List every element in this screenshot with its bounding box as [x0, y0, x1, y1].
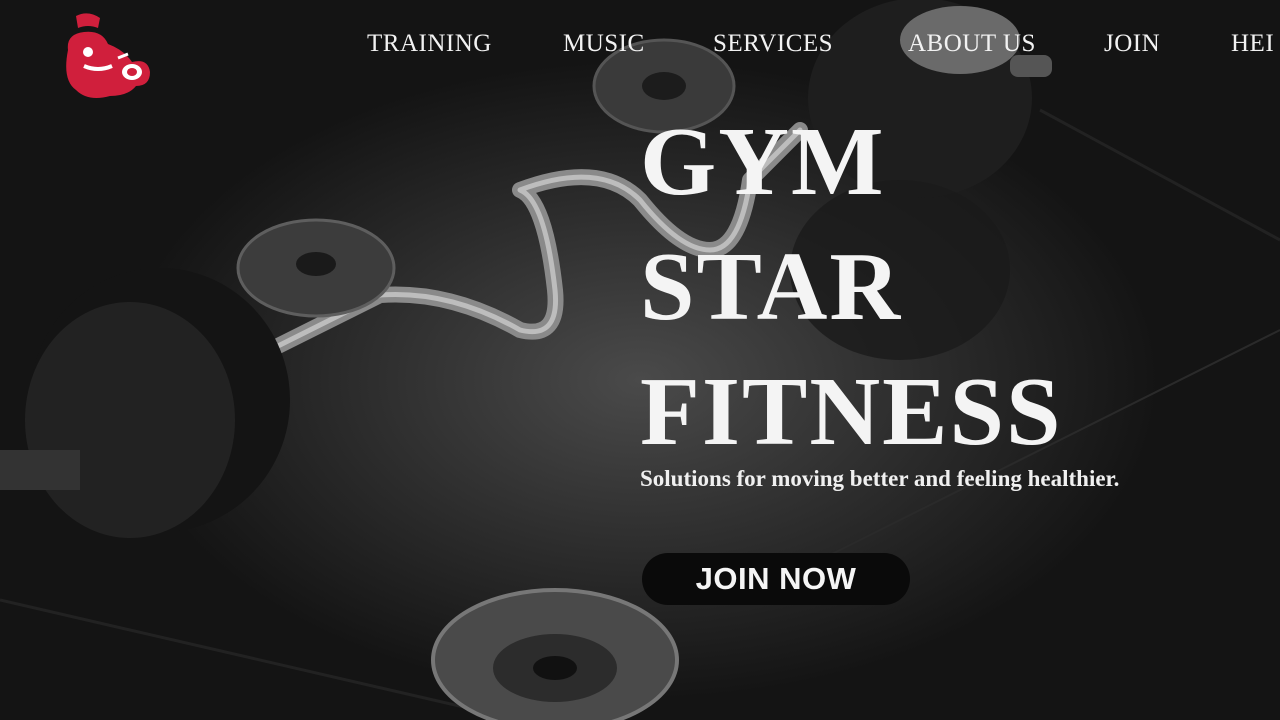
join-now-button[interactable]: JOIN NOW	[642, 553, 910, 605]
nav-item-services[interactable]: SERVICES	[713, 30, 833, 58]
nav-item-music[interactable]: MUSIC	[563, 30, 645, 58]
nav-item-about-us[interactable]: ABOUT US	[908, 30, 1036, 58]
main-nav: TRAINING MUSIC SERVICES ABOUT US JOIN HE…	[0, 30, 1280, 60]
nav-item-training[interactable]: TRAINING	[367, 30, 492, 58]
headline-line-gym: GYM	[640, 108, 886, 216]
nav-item-help[interactable]: HEI	[1231, 30, 1274, 58]
hero-tagline: Solutions for moving better and feeling …	[640, 466, 1120, 491]
nav-item-join[interactable]: JOIN	[1104, 30, 1160, 58]
hero-headline: GYM STAR FITNESS	[640, 100, 1063, 475]
headline-line-fitness: FITNESS	[640, 358, 1063, 466]
headline-line-star: STAR	[640, 233, 903, 341]
